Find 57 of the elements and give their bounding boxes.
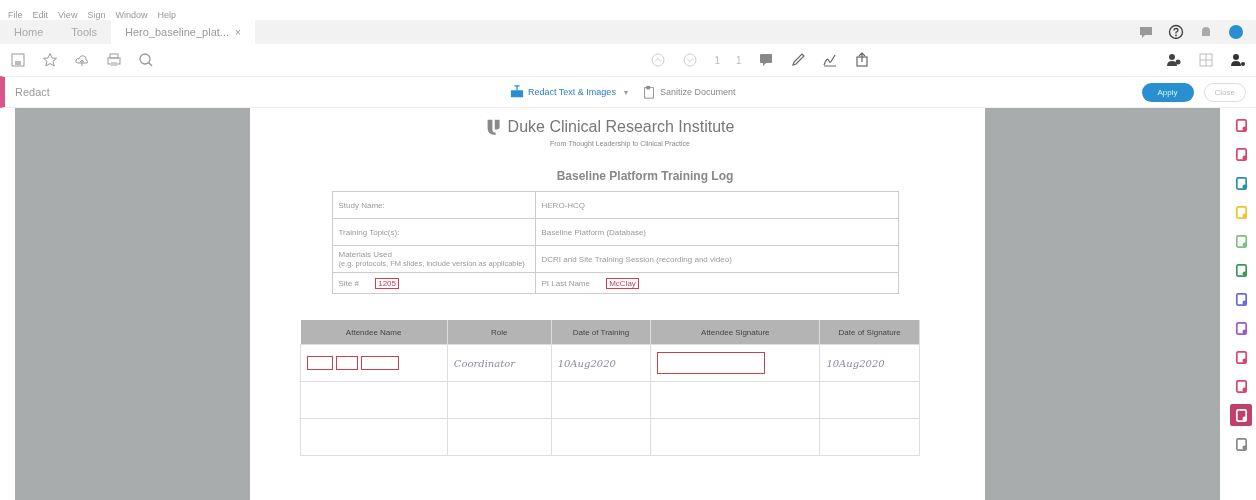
column-header: Attendee Name [300,320,448,345]
people-icon[interactable] [1166,52,1182,68]
table-cell: Training Topic(s): [332,218,535,246]
column-header: Date of Signature [819,320,920,345]
menu-item[interactable]: View [58,10,78,20]
menu-item[interactable]: Help [157,10,176,20]
close-button[interactable]: Close [1203,82,1246,102]
table-cell: Study Name: [332,191,535,219]
comment-icon[interactable] [757,52,774,68]
document-icon [641,85,656,99]
redaction-mark: 1205 [375,277,399,289]
user-icon[interactable] [1230,52,1246,68]
zoom-icon[interactable] [138,52,154,68]
site-label: Site # [338,278,359,288]
help-icon[interactable] [1168,24,1184,40]
redaction-mark [361,355,399,370]
document-title: Baseline Platform Training Log [556,169,734,183]
tab[interactable]: Home [0,20,58,44]
chat-icon[interactable] [1138,24,1154,40]
table-cell: 10Aug2020 [551,344,651,382]
tool-icon[interactable] [1230,404,1252,426]
pen-icon[interactable] [789,52,806,68]
panel-title: Redact [15,86,51,98]
table-cell: 10Aug2020 [819,344,920,382]
page-count: 1 [736,54,742,66]
close-icon[interactable]: × [235,26,241,38]
redact-tool-button[interactable]: Redact Text & Images ▾ [510,85,628,99]
menu-item[interactable]: File [8,10,23,20]
cloud-upload-icon[interactable] [74,52,90,68]
table-cell: Baseline Platform (Database) [535,218,898,246]
institute-name: Duke Clinical Research Institute [507,118,735,136]
redaction-mark: McClay [606,277,639,289]
tab[interactable]: Tools [57,20,112,44]
sanitize-button[interactable]: Sanitize Document [641,85,736,99]
column-header: Date of Training [551,320,651,345]
table-cell: Coordinator [447,344,552,382]
menu-item[interactable]: Sign [87,10,106,20]
table-cell: HERO-HCQ [535,191,898,219]
tab[interactable]: Hero_baseline_plat... × [111,20,255,44]
pi-label: PI Last Name [541,278,590,288]
save-icon[interactable] [10,52,26,68]
logo-icon [485,118,502,136]
print-icon[interactable] [106,52,122,68]
column-header: Role [447,320,552,345]
column-header: Attendee Signature [650,320,820,345]
page-number[interactable]: 1 [714,54,720,66]
redaction-mark [307,355,333,370]
redaction-mark [336,355,358,370]
menu-item[interactable]: Edit [32,10,49,20]
table-cell: DCRI and Site Training Session (recording and video) [535,245,898,273]
share-icon[interactable] [853,52,870,68]
signature-icon[interactable] [821,52,838,68]
avatar-icon[interactable] [1228,24,1244,40]
apply-button[interactable]: Apply [1141,82,1194,102]
menu-item[interactable]: Window [115,10,148,20]
star-icon[interactable] [42,52,58,68]
redact-icon [510,85,524,99]
